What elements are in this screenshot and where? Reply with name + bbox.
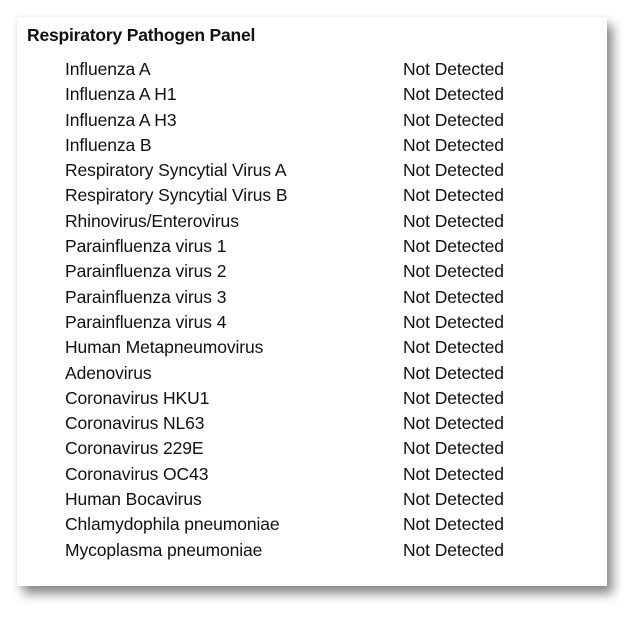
pathogen-row: Adenovirus Not Detected	[65, 361, 585, 386]
pathogen-row: Human Bocavirus Not Detected	[65, 487, 585, 512]
pathogen-name: Coronavirus HKU1	[65, 387, 210, 408]
pathogen-name: Coronavirus 229E	[65, 438, 204, 459]
pathogen-result: Not Detected	[403, 539, 504, 560]
pathogen-name: Parainfluenza virus 2	[65, 261, 227, 282]
pathogen-result: Not Detected	[403, 261, 504, 282]
pathogen-row: Rhinovirus/Enterovirus Not Detected	[65, 209, 585, 234]
pathogen-result: Not Detected	[403, 185, 504, 206]
pathogen-name: Chlamydophila pneumoniae	[65, 514, 280, 535]
pathogen-result: Not Detected	[403, 337, 504, 358]
pathogen-name: Parainfluenza virus 3	[65, 286, 227, 307]
pathogen-result: Not Detected	[403, 438, 504, 459]
pathogen-name: Parainfluenza virus 1	[65, 236, 227, 257]
pathogen-name: Respiratory Syncytial Virus A	[65, 160, 287, 181]
pathogen-name: Coronavirus NL63	[65, 413, 205, 434]
pathogen-row: Parainfluenza virus 2 Not Detected	[65, 259, 585, 284]
pathogen-row: Human Metapneumovirus Not Detected	[65, 335, 585, 360]
pathogen-row: Parainfluenza virus 1 Not Detected	[65, 234, 585, 259]
pathogen-name: Influenza A	[65, 59, 151, 79]
pathogen-name: Influenza A H3	[65, 109, 177, 130]
pathogen-result: Not Detected	[403, 84, 504, 105]
pathogen-name: Adenovirus	[65, 362, 152, 383]
pathogen-result: Not Detected	[403, 160, 504, 181]
pathogen-result: Not Detected	[403, 59, 504, 79]
pathogen-row: Coronavirus OC43 Not Detected	[65, 462, 585, 487]
pathogen-name: Rhinovirus/Enterovirus	[65, 210, 239, 231]
pathogen-row: Chlamydophila pneumoniae Not Detected	[65, 512, 585, 537]
pathogen-row: Influenza A H3 Not Detected	[65, 108, 585, 133]
pathogen-result: Not Detected	[403, 514, 504, 535]
pathogen-result: Not Detected	[403, 109, 504, 130]
pathogen-row: Coronavirus 229E Not Detected	[65, 436, 585, 461]
pathogen-result: Not Detected	[403, 387, 504, 408]
panel-title: Respiratory Pathogen Panel	[27, 25, 256, 45]
pathogen-name: Influenza B	[65, 134, 152, 155]
pathogen-row: Coronavirus HKU1 Not Detected	[65, 386, 585, 411]
pathogen-result: Not Detected	[403, 286, 504, 307]
pathogen-row: Coronavirus NL63 Not Detected	[65, 411, 585, 436]
pathogen-name: Mycoplasma pneumoniae	[65, 539, 263, 560]
pathogen-result: Not Detected	[403, 463, 504, 484]
pathogen-row: Parainfluenza virus 4 Not Detected	[65, 310, 585, 335]
pathogen-results-list: Influenza A Not Detected Influenza A H1 Not…	[65, 57, 585, 563]
pathogen-result: Not Detected	[403, 413, 504, 434]
pathogen-result: Not Detected	[403, 236, 504, 257]
pathogen-row: Influenza B Not Detected	[65, 133, 585, 158]
pathogen-panel-card: Respiratory Pathogen Panel Influenza A No…	[17, 17, 607, 586]
pathogen-name: Respiratory Syncytial Virus B	[65, 185, 288, 206]
pathogen-row: Influenza A Not Detected	[65, 57, 585, 82]
pathogen-name: Influenza A H1	[65, 84, 177, 105]
pathogen-result: Not Detected	[403, 311, 504, 332]
pathogen-row: Mycoplasma pneumoniae Not Detected	[65, 538, 585, 563]
pathogen-row: Influenza A H1 Not Detected	[65, 82, 585, 107]
pathogen-result: Not Detected	[403, 210, 504, 231]
pathogen-result: Not Detected	[403, 134, 504, 155]
pathogen-result: Not Detected	[403, 362, 504, 383]
pathogen-row: Respiratory Syncytial Virus B Not Detecte…	[65, 183, 585, 208]
pathogen-row: Parainfluenza virus 3 Not Detected	[65, 285, 585, 310]
pathogen-name: Human Metapneumovirus	[65, 337, 264, 358]
pathogen-result: Not Detected	[403, 489, 504, 510]
pathogen-row: Respiratory Syncytial Virus A Not Detecte…	[65, 158, 585, 183]
pathogen-name: Coronavirus OC43	[65, 463, 209, 484]
pathogen-name: Parainfluenza virus 4	[65, 311, 227, 332]
pathogen-name: Human Bocavirus	[65, 489, 202, 510]
